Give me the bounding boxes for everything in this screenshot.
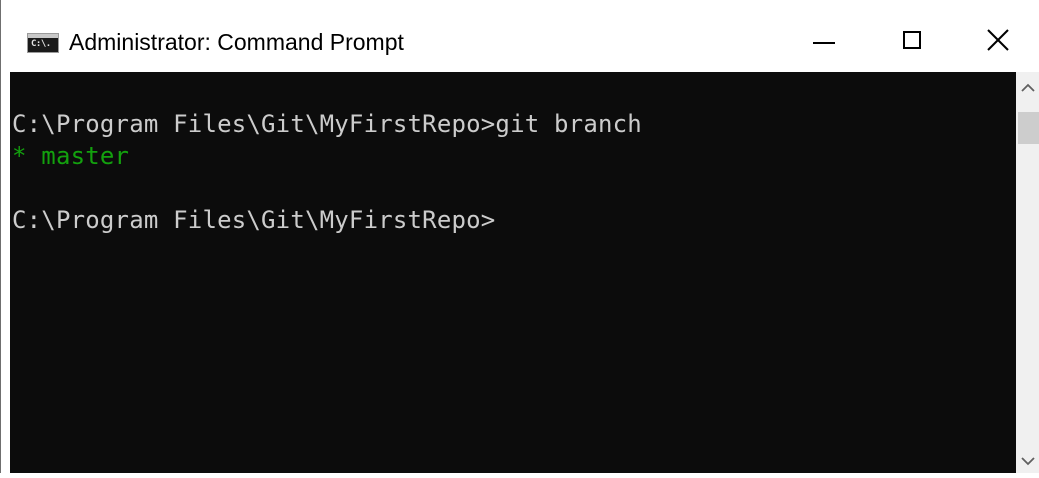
title-bar[interactable]: C:\. Administrator: Command Prompt	[1, 0, 1039, 72]
maximize-button[interactable]	[867, 0, 959, 72]
minimize-icon	[813, 42, 835, 44]
console-line-current-branch: * master	[12, 142, 130, 170]
console-app-icon-label: C:\.	[31, 39, 51, 49]
chevron-down-icon	[1021, 457, 1035, 466]
command-prompt-window: C:\. Administrator: Command Prompt C:\Pr…	[0, 0, 1039, 473]
vertical-scrollbar[interactable]	[1016, 72, 1039, 473]
console-line-prompt: C:\Program Files\Git\MyFirstRepo>	[12, 206, 496, 234]
scrollbar-thumb[interactable]	[1018, 112, 1039, 144]
window-title: Administrator: Command Prompt	[69, 29, 404, 55]
console-line-command: C:\Program Files\Git\MyFirstRepo>git bra…	[12, 110, 642, 138]
console-output-area[interactable]: C:\Program Files\Git\MyFirstRepo>git bra…	[10, 72, 1016, 473]
minimize-button[interactable]	[777, 0, 869, 72]
chevron-up-icon	[1021, 83, 1035, 92]
scroll-down-button[interactable]	[1016, 449, 1039, 473]
close-button[interactable]	[957, 0, 1039, 72]
close-icon	[987, 29, 1009, 51]
scroll-up-button[interactable]	[1016, 76, 1039, 100]
maximize-icon	[903, 31, 921, 49]
console-app-icon[interactable]: C:\.	[27, 33, 59, 53]
